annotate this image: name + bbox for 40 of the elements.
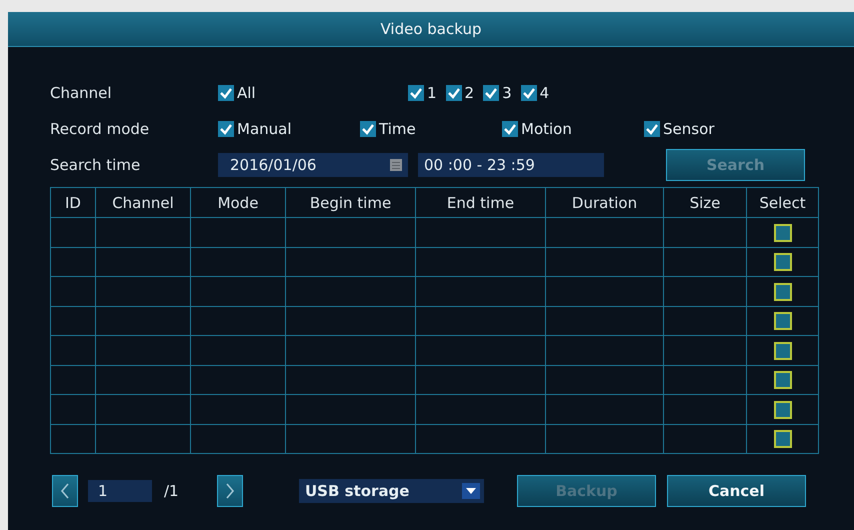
storage-dropdown[interactable]: USB storage — [299, 479, 484, 503]
column-header: End time — [416, 188, 546, 218]
column-header: Begin time — [286, 188, 416, 218]
column-header: ID — [50, 188, 96, 218]
select-checkbox[interactable] — [774, 312, 792, 330]
checkbox-label: All — [237, 84, 256, 102]
select-checkbox[interactable] — [774, 371, 792, 390]
checkbox-label: Manual — [237, 120, 292, 138]
window-title: Video backup — [8, 12, 854, 47]
column-header: Channel — [96, 188, 190, 218]
page-total: /1 — [164, 482, 180, 500]
checkbox-label: 1 — [427, 84, 437, 102]
field-label: Channel — [50, 84, 113, 102]
select-checkbox[interactable] — [774, 282, 792, 301]
select-checkbox[interactable] — [774, 253, 792, 272]
time-range-field[interactable]: 00 :00 - 23 :59 — [418, 153, 604, 177]
dialog-button[interactable]: Cancel — [667, 475, 806, 507]
select-checkbox[interactable] — [774, 430, 792, 448]
previous-page-button[interactable] — [52, 475, 78, 507]
select-checkbox[interactable] — [774, 400, 792, 419]
field-label: Search time — [50, 156, 142, 174]
checkbox-label: Sensor — [663, 120, 714, 138]
column-header: Duration — [546, 188, 664, 218]
checkbox-label: Time — [379, 120, 416, 138]
column-header: Select — [746, 188, 818, 218]
column-header: Mode — [190, 188, 286, 218]
checkbox-label: Motion — [521, 120, 572, 138]
field-label: Record mode — [50, 120, 150, 138]
page-field[interactable]: 1 — [88, 480, 152, 502]
column-header: Size — [664, 188, 746, 218]
caret-icon[interactable] — [462, 483, 480, 499]
checkbox-label: 3 — [502, 84, 512, 102]
checkbox-label: 4 — [540, 84, 550, 102]
chevron-left-icon[interactable] — [60, 482, 70, 500]
checkbox-label: 2 — [464, 84, 474, 102]
select-checkbox[interactable] — [774, 342, 792, 360]
next-page-button[interactable] — [217, 475, 243, 507]
chevron-right-icon[interactable] — [225, 482, 235, 500]
date-field[interactable]: 2016/01/06 — [218, 153, 408, 177]
select-checkbox[interactable] — [774, 224, 792, 242]
